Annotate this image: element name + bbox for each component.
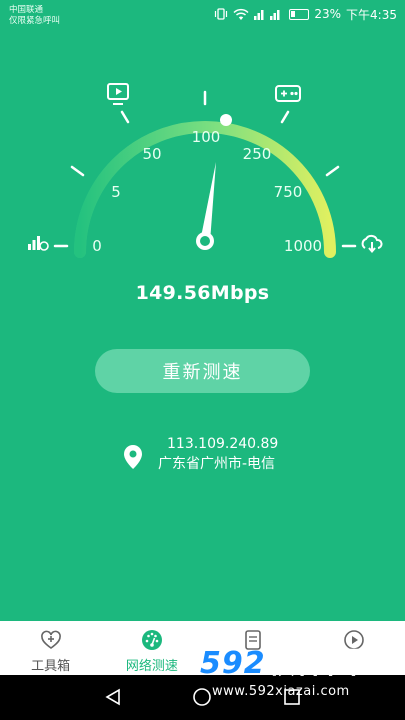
speed-gauge: 0 5 50 100 250 750 1000 — [28, 83, 383, 258]
tick-label-100: 100 — [192, 128, 221, 146]
retest-button[interactable]: 重新测速 — [95, 349, 310, 393]
game-controller-icon — [275, 85, 301, 102]
nav-speedtest-label: 网络测速 — [125, 659, 178, 674]
tick-label-750: 750 — [274, 183, 303, 201]
nav-toolbox[interactable]: 工具箱 — [0, 621, 101, 675]
wifi-icon — [233, 8, 249, 20]
back-icon[interactable] — [103, 687, 123, 707]
location-pin-icon — [124, 445, 142, 469]
tick-label-250: 250 — [243, 145, 272, 163]
tick-label-1000: 1000 — [284, 237, 322, 255]
clock: 下午4:35 — [346, 7, 397, 22]
watermark-url: www.592xiazai.com — [212, 684, 350, 699]
heart-plus-icon — [40, 630, 61, 649]
tick-label-50: 50 — [142, 145, 161, 163]
signal-icon — [254, 10, 280, 20]
signal-bars-icon — [28, 236, 49, 251]
watermark-brand: 软件园 — [265, 646, 359, 681]
cloud-download-icon — [361, 234, 383, 254]
ip-address: 113.109.240.89 — [167, 436, 279, 452]
nav-speedtest[interactable]: 网络测速 — [101, 621, 202, 675]
nav-toolbox-label: 工具箱 — [31, 659, 71, 674]
battery-level: 23% — [314, 7, 342, 21]
tick-label-0: 0 — [92, 237, 102, 255]
watermark-number: 592 — [200, 646, 266, 681]
video-screen-icon — [107, 83, 129, 105]
isp-location: 广东省广州市-电信 — [158, 456, 276, 472]
speed-result: 149.56Mbps — [135, 282, 270, 304]
speedometer-icon — [141, 630, 162, 650]
watermark-logo: 592软件园 www.592xiazai.com — [192, 628, 405, 720]
carrier-name: 中国联通 — [9, 5, 44, 15]
battery-icon — [289, 8, 310, 20]
carrier-info: 中国联通 仅限紧急呼叫 — [9, 5, 60, 27]
ip-info: 113.109.240.89 广东省广州市-电信 — [120, 432, 320, 478]
gauge-needle — [200, 162, 216, 242]
emergency-only-text: 仅限紧急呼叫 — [9, 16, 61, 26]
status-icons: 23% 下午4:35 — [214, 5, 397, 23]
status-bar: 中国联通 仅限紧急呼叫 23% 下午4:35 — [0, 0, 405, 32]
gauge-indicator-dot — [220, 114, 232, 126]
vibrate-icon — [215, 8, 228, 20]
tick-label-5: 5 — [111, 183, 121, 201]
